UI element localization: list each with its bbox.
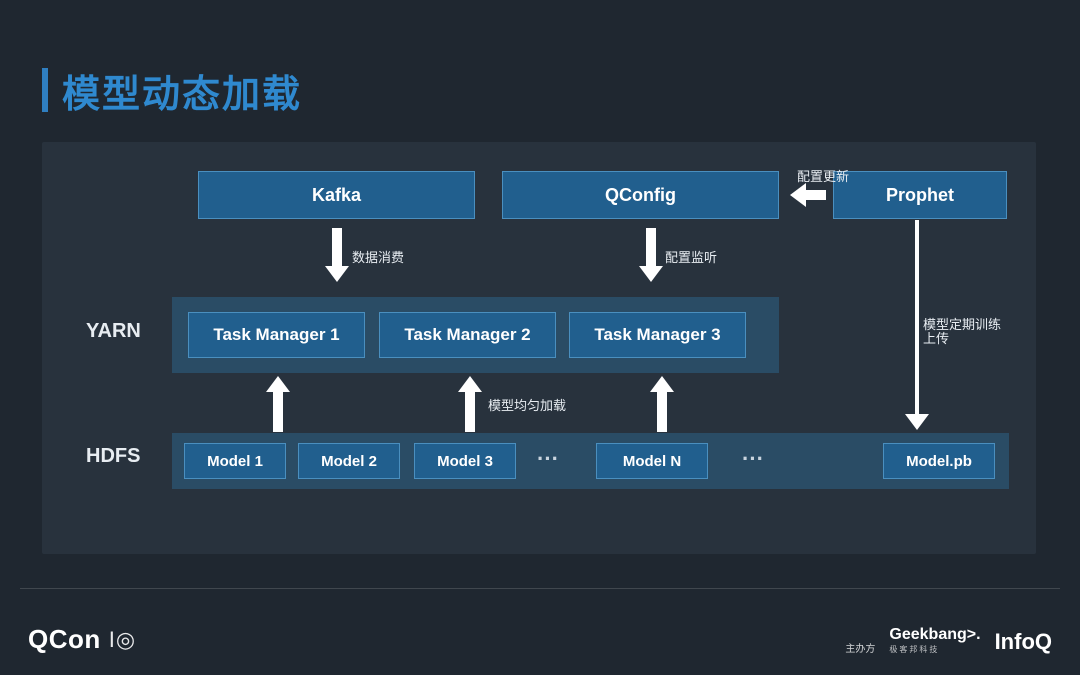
title-accent-bar bbox=[42, 68, 48, 112]
ellipsis-1: ··· bbox=[537, 446, 559, 472]
task-manager-3-box: Task Manager 3 bbox=[569, 312, 746, 358]
model-3-box: Model 3 bbox=[414, 443, 516, 479]
anno-data-consume: 数据消费 bbox=[352, 247, 404, 266]
arrow-prophet-to-qconfig bbox=[790, 186, 826, 204]
arrow-model-to-tm3 bbox=[653, 376, 671, 432]
footer-divider bbox=[20, 588, 1060, 589]
slide-title: 模型动态加载 bbox=[42, 68, 302, 112]
task-manager-2-box: Task Manager 2 bbox=[379, 312, 556, 358]
title-text: 模型动态加载 bbox=[62, 63, 302, 118]
model-pb-box: Model.pb bbox=[883, 443, 995, 479]
footer-right: 主办方 Geekbang>. 极客邦科技 InfoQ bbox=[845, 626, 1052, 655]
anno-config-listen: 配置监听 bbox=[665, 247, 717, 266]
geekbang-logo: Geekbang>. 极客邦科技 bbox=[889, 626, 980, 655]
prophet-box: Prophet bbox=[833, 171, 1007, 219]
model-1-box: Model 1 bbox=[184, 443, 286, 479]
infoq-logo-text: InfoQ bbox=[995, 629, 1052, 655]
qcon-logo-text: QCon bbox=[28, 624, 101, 655]
hdfs-label: HDFS bbox=[86, 445, 140, 468]
qcon-io-text: I◎ bbox=[109, 627, 136, 653]
model-2-box: Model 2 bbox=[298, 443, 400, 479]
anno-model-train-upload: 模型定期训练上传 bbox=[923, 318, 1013, 347]
geekbang-text: Geekbang>. bbox=[889, 626, 980, 643]
arrow-model-to-tm1 bbox=[269, 376, 287, 432]
task-manager-1-box: Task Manager 1 bbox=[188, 312, 365, 358]
host-label: 主办方 bbox=[845, 640, 875, 655]
model-n-box: Model N bbox=[596, 443, 708, 479]
arrow-model-to-tm2 bbox=[461, 376, 479, 432]
anno-model-balance: 模型均匀加载 bbox=[488, 395, 566, 414]
kafka-box: Kafka bbox=[198, 171, 475, 219]
qconfig-box: QConfig bbox=[502, 171, 779, 219]
footer-left: QCon I◎ bbox=[28, 624, 136, 655]
anno-config-update: 配置更新 bbox=[797, 166, 849, 185]
ellipsis-2: ··· bbox=[742, 446, 764, 472]
diagram-panel: Kafka QConfig Prophet YARN Task Manager … bbox=[42, 142, 1036, 554]
arrow-kafka-down bbox=[328, 228, 346, 284]
arrow-qconfig-down bbox=[642, 228, 660, 284]
yarn-label: YARN bbox=[86, 320, 141, 343]
geekbang-subtext: 极客邦科技 bbox=[889, 644, 980, 655]
